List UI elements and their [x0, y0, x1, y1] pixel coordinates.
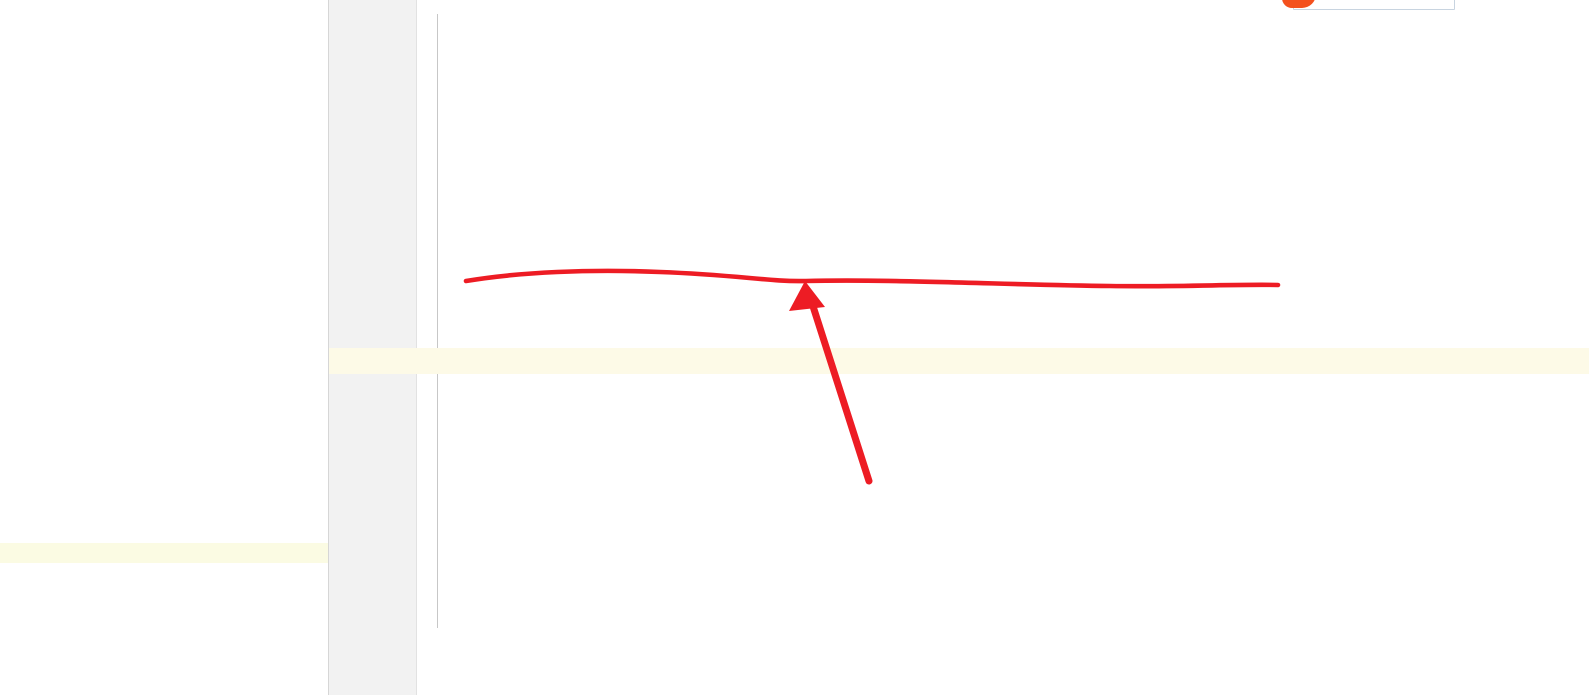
toolbar-search-field[interactable]	[1293, 0, 1455, 10]
indent-guide-line	[437, 14, 438, 628]
caret-row-highlight	[329, 348, 1589, 374]
project-sidebar[interactable]	[0, 0, 329, 695]
sidebar-highlight-band	[0, 543, 329, 563]
code-editor[interactable]	[329, 0, 1589, 695]
